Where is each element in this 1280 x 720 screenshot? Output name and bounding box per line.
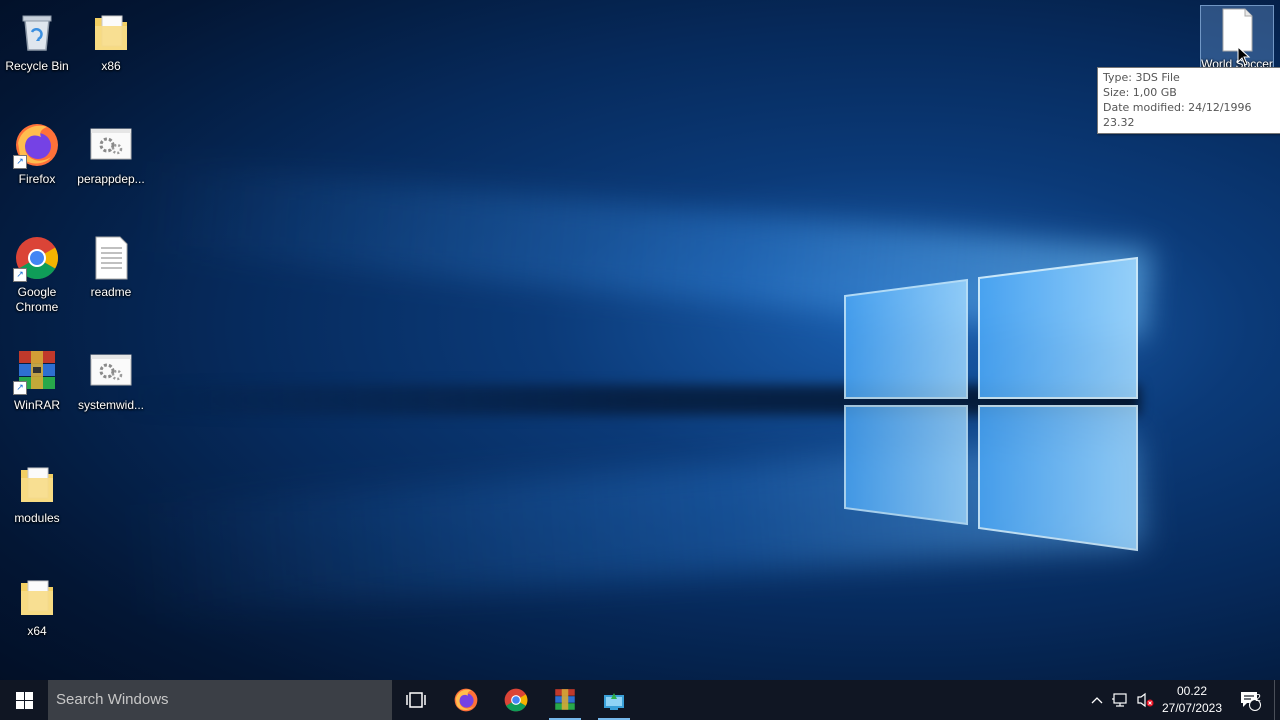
desktop-icon-x64[interactable]: x64 (1, 573, 73, 639)
settings-file-icon (87, 347, 135, 395)
notification-count-badge: 2 (1255, 693, 1261, 704)
folder-icon (13, 573, 61, 621)
desktop-icon-label: Recycle Bin (5, 59, 69, 73)
desktop-icon-label: Firefox (18, 172, 56, 186)
settings-file-icon (87, 121, 135, 169)
taskbar-firefox[interactable] (442, 680, 490, 720)
chrome-icon (504, 688, 528, 712)
show-desktop-button[interactable] (1274, 680, 1280, 720)
desktop-icon-label: readme (90, 285, 132, 299)
windows-logo-wallpaper (844, 256, 1138, 552)
folder-icon (13, 460, 61, 508)
taskbar-search-box[interactable]: Search Windows (48, 680, 392, 720)
desktop-icon-x86[interactable]: x86 (75, 8, 147, 74)
desktop-icon-label: modules (14, 511, 60, 525)
mouse-cursor-icon (1237, 46, 1251, 66)
shortcut-arrow-icon: ↗ (13, 381, 27, 395)
action-center-button[interactable]: 2 (1232, 680, 1268, 720)
volume-muted-icon (1137, 692, 1154, 708)
desktop-icon-modules[interactable]: modules (1, 460, 73, 526)
show-hidden-icons-button[interactable] (1088, 680, 1106, 720)
tooltip-size: Size: 1,00 GB (1103, 86, 1177, 99)
taskbar-app[interactable] (590, 680, 638, 720)
clock-time: 00.22 (1176, 684, 1208, 698)
text-file-icon (87, 234, 135, 282)
desktop-icon-recycle-bin[interactable]: Recycle Bin (1, 8, 73, 74)
firefox-icon: ↗ (13, 121, 61, 169)
file-info-tooltip: Type: 3DS File Size: 1,00 GB Date modifi… (1097, 67, 1280, 134)
taskbar-chrome[interactable] (492, 680, 540, 720)
volume-button[interactable] (1134, 680, 1156, 720)
taskbar-winrar[interactable] (541, 680, 589, 720)
windows-start-icon (15, 691, 33, 709)
search-placeholder: Search Windows (56, 691, 169, 708)
shortcut-arrow-icon: ↗ (13, 155, 27, 169)
network-icon (1112, 693, 1127, 707)
desktop-icon-readme[interactable]: readme (75, 234, 147, 300)
taskbar-clock[interactable]: 00.22 27/07/2023 (1156, 683, 1228, 717)
chevron-up-icon (1091, 697, 1103, 704)
desktop-icon-google-chrome[interactable]: ↗ Google Chrome (1, 234, 73, 315)
start-button[interactable] (0, 680, 48, 720)
desktop-icon-label: WinRAR (13, 398, 60, 412)
tooltip-date-modified: Date modified: 24/12/1996 23.32 (1103, 101, 1252, 129)
tooltip-type: Type: 3DS File (1103, 71, 1180, 84)
recycle-bin-icon (13, 8, 61, 56)
chrome-icon: ↗ (13, 234, 61, 282)
app-icon (604, 693, 624, 710)
folder-icon (87, 8, 135, 56)
winrar-icon: ↗ (13, 347, 61, 395)
desktop-icon-label: x64 (27, 624, 47, 638)
winrar-icon (555, 689, 575, 710)
desktop-icon-label: perappdep... (77, 172, 145, 186)
desktop-icon-firefox[interactable]: ↗ Firefox (1, 121, 73, 187)
desktop-icon-label: Google Chrome (15, 285, 59, 314)
desktop-icon-winrar[interactable]: ↗ WinRAR (1, 347, 73, 413)
firefox-icon (454, 688, 478, 712)
taskbar: Search Windows 00.22 27/07/2023 2 (0, 680, 1280, 720)
task-view-button[interactable] (392, 680, 440, 720)
desktop-icon-perappdep[interactable]: perappdep... (75, 121, 147, 187)
clock-date: 27/07/2023 (1161, 701, 1223, 715)
network-button[interactable] (1110, 680, 1132, 720)
desktop-icon-label: x86 (101, 59, 121, 73)
shortcut-arrow-icon: ↗ (13, 268, 27, 282)
task-view-icon (406, 692, 426, 708)
desktop-icon-systemwid[interactable]: systemwid... (75, 347, 147, 413)
desktop-icon-label: systemwid... (77, 398, 144, 412)
